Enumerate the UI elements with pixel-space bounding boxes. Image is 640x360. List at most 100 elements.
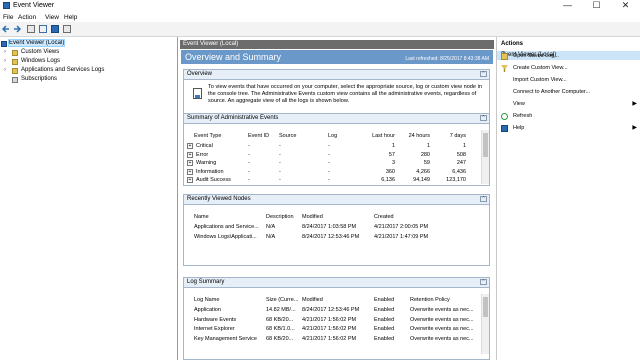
summary-cell: 1 [391,143,395,149]
overview-banner: Overview and Summary Last refreshed: 8/2… [181,50,493,64]
column-header[interactable]: 24 hours [399,133,430,139]
back-arrow-icon[interactable] [1,25,10,33]
collapse-chevron-icon[interactable]: ⌃ [480,196,487,202]
summary-cell: 6,136 [381,177,395,183]
action-item-create-custom-view[interactable]: Create Custom View... [497,64,640,73]
maximize-button[interactable]: ☐ [584,0,609,12]
summary-row[interactable]: + Audit Success - - - 6,136 94,149 123,170 [184,177,482,185]
summary-cell: 280 [420,151,430,158]
summary-scrollbar[interactable] [481,130,489,184]
log-cell: 4/21/2017 1:56:02 PM [302,316,357,323]
actions-title: Actions [501,41,524,47]
expand-chevron-icon[interactable]: › [4,58,10,65]
expand-plus-icon[interactable]: + [187,151,193,158]
log-row[interactable]: Key Management Service 68 KB/20... 4/21/20… [184,336,482,344]
expand-plus-icon[interactable]: + [187,160,193,166]
summary-cell: 508 [456,151,466,158]
summary-cell: 6,436 [452,168,466,175]
show-hide-console-tree-icon[interactable] [27,25,35,33]
column-header[interactable]: Name [194,214,264,220]
log-summary-scrollbar[interactable] [481,294,489,354]
properties-icon[interactable] [39,25,47,33]
column-header[interactable]: Event Type [194,133,244,139]
show-hide-action-pane-icon[interactable] [63,25,71,33]
close-button[interactable]: ✕ [613,0,638,12]
recent-panel-header[interactable]: Recently Viewed Nodes ⌃ [184,195,489,205]
column-header[interactable]: Source [279,133,327,139]
action-item-connect-to-another-computer[interactable]: Connect to Another Computer... [497,88,640,97]
action-label: Connect to Another Computer... [513,89,591,95]
expand-plus-icon[interactable]: + [187,177,193,183]
summary-row[interactable]: + Error - - - 57 280 508 [184,151,482,160]
column-header[interactable]: Enabled [374,297,408,303]
log-table-body: Application 14.82 MB/... 8/24/2017 12:53:4… [184,307,482,347]
expand-chevron-icon[interactable]: › [4,67,10,74]
minimize-button[interactable]: — [555,0,580,12]
log-cell: 4/21/2017 1:56:02 PM [302,326,357,332]
summary-row[interactable]: + Information - - - 360 4,266 6,436 [184,168,482,177]
summary-row[interactable]: + Warning - - - 3 59 247 [184,160,482,168]
column-header[interactable]: Modified [302,297,372,303]
column-header[interactable]: Log [328,133,368,139]
action-item-help[interactable]: Help ▶ [497,124,640,133]
menu-file[interactable]: File [3,14,13,21]
column-header[interactable]: Last hour [369,133,395,139]
action-item-refresh[interactable]: Refresh [497,112,640,121]
action-item-import-custom-view[interactable]: Import Custom View... [497,76,640,85]
menu-bar: File Action View Help [0,12,640,22]
recent-cell: 8/24/2017 1:03:58 PM [302,224,357,230]
forward-arrow-icon[interactable] [13,25,22,33]
collapse-chevron-icon[interactable]: ⌃ [480,71,487,77]
log-row[interactable]: Hardware Events 68 KB/20... 4/21/2017 1:56… [184,317,482,325]
collapse-chevron-icon[interactable]: ⌃ [480,279,487,285]
recent-panel-title: Recently Viewed Nodes [187,196,251,202]
log-summary-panel-header[interactable]: Log Summary ⌃ [184,278,489,288]
column-header[interactable]: 7 days [434,133,466,139]
column-header[interactable]: Retention Policy [410,297,480,303]
summary-cell: - [248,168,250,175]
column-header[interactable]: Size (Curre... [266,297,300,303]
column-header[interactable]: Description [266,214,300,220]
summary-table-body: + Critical - - -1 1 1 + Error - - -57 280 508 + Warning… [184,143,482,185]
tree-node-label: Windows Logs [21,58,61,64]
recent-node-row[interactable]: Applications and Service... N/A 8/24/2017 … [184,224,482,232]
overview-panel-header[interactable]: Overview ⌃ [184,70,489,80]
expand-chevron-icon[interactable]: › [4,49,10,56]
summary-row[interactable]: + Critical - - - 1 1 1 [184,143,482,151]
log-cell: Overwrite events as nec... [410,316,474,323]
summary-cell: 123,170 [446,177,466,183]
help-toolbar-icon[interactable] [51,25,59,33]
column-header[interactable]: Created [374,214,444,220]
action-item-view[interactable]: View ▶ [497,100,640,109]
action-item-open-saved-log[interactable]: Open Saved Log... [497,52,640,61]
log-row[interactable]: Internet Explorer 68 KB/1.0... 4/21/2017 1… [184,326,482,334]
tree-node-label: Applications and Services Logs [21,67,105,73]
summary-cell: Warning [196,160,217,166]
log-row[interactable]: Application 14.82 MB/... 8/24/2017 12:53:4… [184,307,482,315]
menu-action[interactable]: Action [18,14,36,21]
summary-panel-header[interactable]: Summary of Administrative Events ⌃ [184,114,489,124]
action-label: Open Saved Log... [513,53,559,59]
tree-node-label: Event Viewer (Local) [7,39,66,47]
log-cell: 68 KB/20... [266,335,294,342]
expand-plus-icon[interactable]: + [187,143,193,149]
menu-help[interactable]: Help [64,14,77,21]
recent-cell: 4/21/2017 2:00:05 PM [374,224,429,230]
recent-cell: N/A [266,234,276,240]
collapse-chevron-icon[interactable]: ⌃ [480,115,487,121]
overview-info-icon [193,88,202,99]
recent-node-row[interactable]: Windows Logs\Applicati... N/A 8/24/2017 12… [184,234,482,242]
column-header[interactable]: Log Name [194,297,264,303]
menu-view[interactable]: View [45,14,59,21]
summary-admin-events-panel: Summary of Administrative Events ⌃ Event… [183,113,490,186]
summary-cell: Error [196,151,209,158]
log-cell: 8/24/2017 12:53:46 PM [302,307,360,313]
help-icon [501,125,508,132]
banner-title: Overview and Summary [185,52,282,62]
column-header[interactable]: Modified [302,214,372,220]
summary-cell: 247 [456,160,466,166]
column-header[interactable]: Event ID [248,133,278,139]
submenu-arrow-icon: ▶ [632,125,637,131]
expand-plus-icon[interactable]: + [187,168,193,175]
summary-cell: - [279,151,281,158]
